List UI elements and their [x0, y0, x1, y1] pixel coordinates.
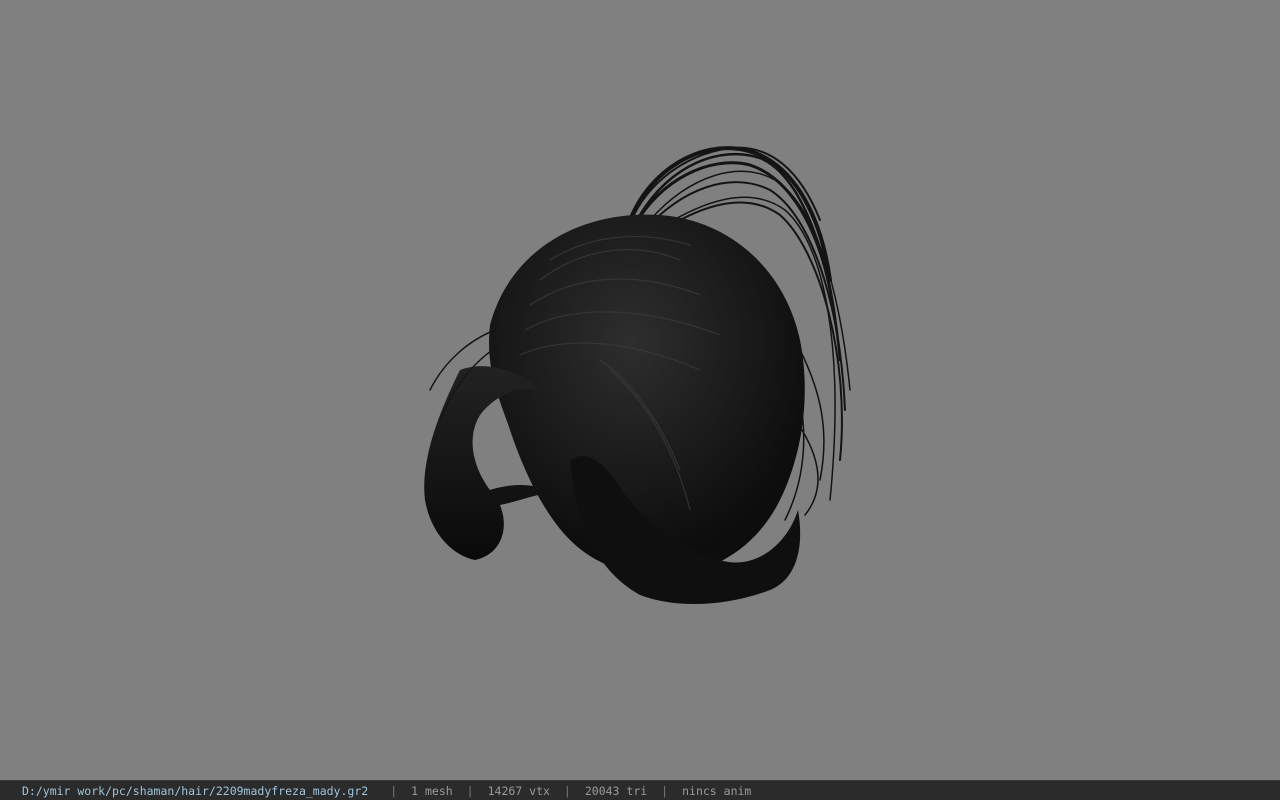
separator: |	[563, 783, 571, 798]
status-bar: D:/ymir work/pc/shaman/hair/2209madyfrez…	[0, 780, 1280, 800]
vertex-count-label: 14267 vtx	[487, 783, 550, 798]
separator: |	[390, 783, 398, 798]
anim-info-label: nincs anim	[682, 783, 752, 798]
separator: |	[661, 783, 669, 798]
hair-model	[424, 146, 851, 605]
file-path-label: D:/ymir work/pc/shaman/hair/2209madyfrez…	[22, 783, 369, 798]
separator: |	[466, 783, 474, 798]
3d-viewport[interactable]	[0, 0, 1280, 780]
triangle-count-label: 20043 tri	[584, 783, 648, 798]
mesh-count-label: 1 mesh	[411, 783, 453, 798]
